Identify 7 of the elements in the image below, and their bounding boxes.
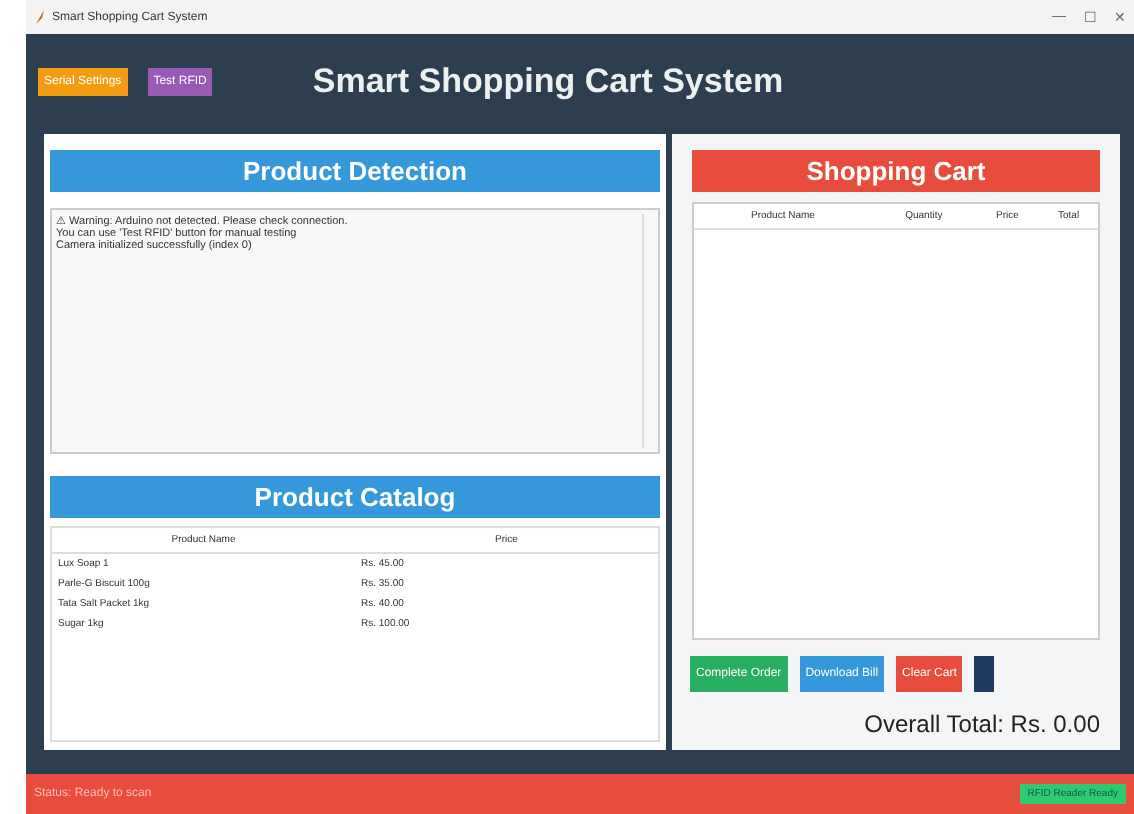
overall-total: Overall Total: Rs. 0.00 (862, 710, 1100, 738)
feather-icon (34, 10, 46, 24)
app-title: Smart Shopping Cart System (312, 62, 784, 102)
panel-header: Shopping Cart (692, 150, 1100, 192)
more-button[interactable] (974, 656, 995, 692)
panel-header: Product Catalog (50, 476, 660, 518)
panel-header: Product Detection (50, 150, 660, 192)
